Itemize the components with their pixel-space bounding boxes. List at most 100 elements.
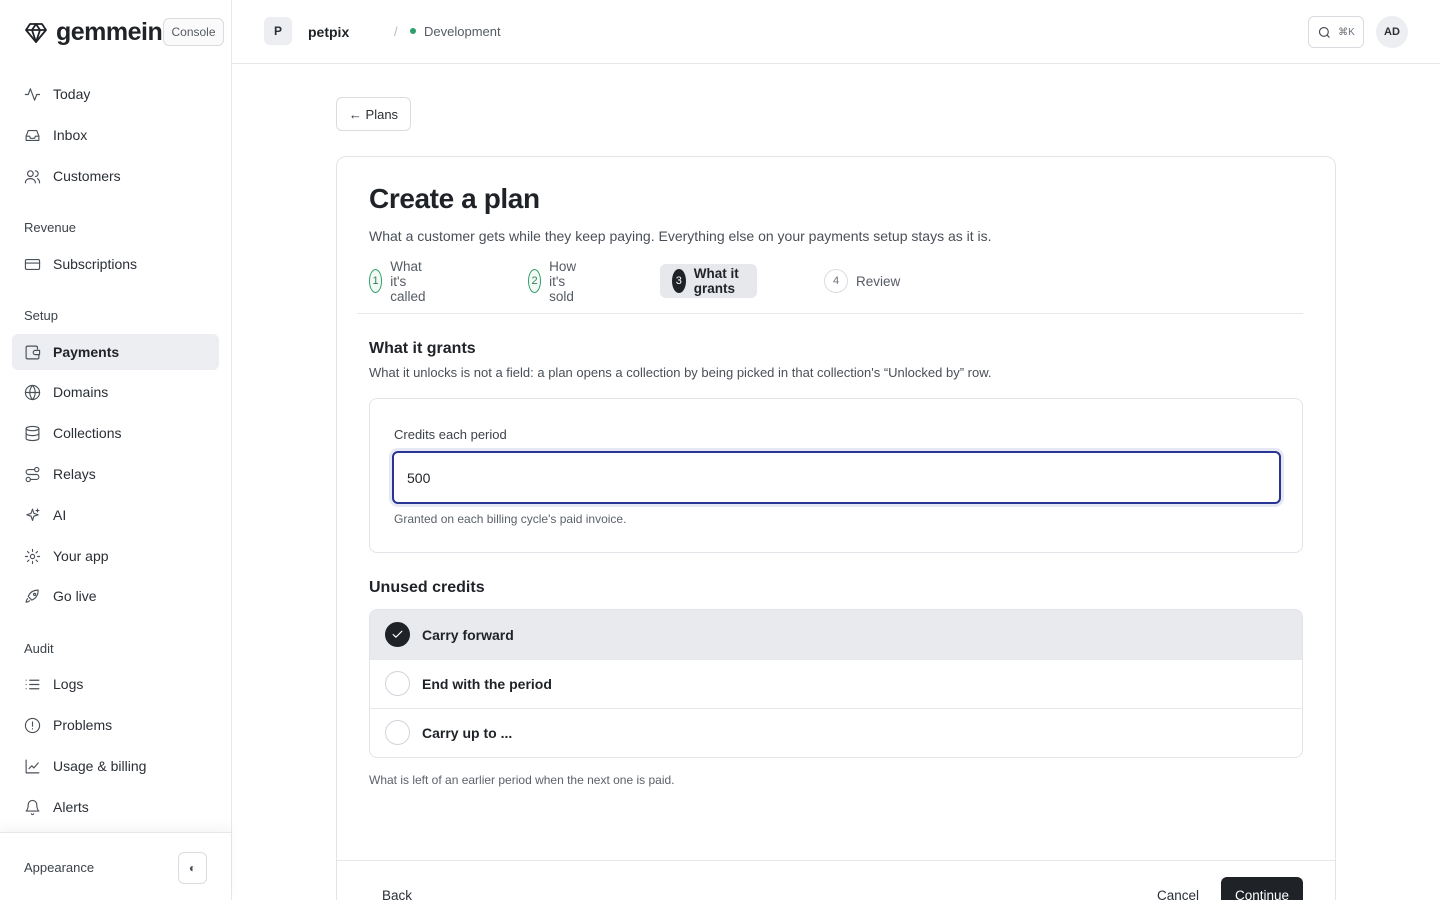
sidebar-item-label: Customers — [53, 168, 121, 184]
divider — [337, 860, 1335, 861]
appearance-toggle-button[interactable]: ◐ — [178, 852, 207, 884]
credits-each-period-input[interactable] — [392, 451, 1281, 504]
project-name[interactable]: petpix — [308, 24, 349, 40]
section-title-grants: What it grants — [369, 340, 476, 357]
contrast-icon: ◐ — [188, 861, 197, 875]
sidebar-item-label: Collections — [53, 425, 122, 441]
top-bar: P petpix / Development ⌘K AD — [232, 0, 1440, 64]
option-label: Carry up to ... — [422, 724, 513, 741]
credits-field-group: Credits each period Granted on each bill… — [369, 398, 1303, 553]
console-badge[interactable]: Console — [163, 18, 224, 46]
chart-icon — [25, 759, 40, 773]
sidebar-item-label: Problems — [53, 717, 113, 733]
sidebar-item-problems[interactable]: Problems — [12, 707, 219, 743]
sidebar-item-label: Domains — [53, 384, 109, 400]
cancel-button[interactable]: Cancel — [1157, 888, 1199, 900]
sidebar-item-relays[interactable]: Relays — [12, 456, 219, 492]
section-label-revenue: Revenue — [24, 220, 77, 235]
option-end-with-period[interactable]: End with the period — [370, 659, 1302, 708]
section-title-unused-credits: Unused credits — [369, 579, 485, 596]
section-label-audit: Audit — [24, 641, 54, 656]
users-icon — [24, 169, 41, 183]
brand-logo[interactable]: gemmein — [24, 18, 163, 47]
activity-icon — [24, 87, 41, 101]
sidebar-item-label: Your app — [53, 548, 109, 564]
sparkles-icon — [26, 508, 40, 521]
step-number: 1 — [369, 269, 383, 293]
step-label: Review — [856, 273, 901, 289]
continue-button[interactable]: Continue — [1221, 877, 1303, 900]
globe-icon — [24, 384, 41, 400]
route-icon — [25, 466, 40, 482]
page-subtitle: What a customer gets while they keep pay… — [369, 228, 992, 244]
database-icon — [25, 425, 40, 441]
step-number: 2 — [528, 269, 542, 293]
environment-name[interactable]: Development — [424, 24, 501, 39]
radio-unchecked[interactable] — [385, 720, 410, 745]
step-label: What it's called — [390, 258, 426, 304]
sidebar: gemmein Console Today Inbox Customers Re… — [0, 0, 232, 900]
option-carry-up-to[interactable]: Carry up to ... — [370, 708, 1302, 757]
breadcrumb-separator: / — [394, 24, 398, 39]
section-description-grants: What it unlocks is not a field: a plan o… — [369, 365, 992, 380]
bell-icon — [25, 799, 40, 815]
step-how-its-sold[interactable]: 2 How it's sold — [528, 259, 587, 304]
user-avatar[interactable]: AD — [1376, 16, 1408, 48]
sidebar-item-subscriptions[interactable]: Subscriptions — [12, 246, 219, 282]
search-shortcut: ⌘K — [1338, 26, 1355, 38]
sidebar-item-collections[interactable]: Collections — [12, 415, 219, 451]
unused-credits-radio-group: Carry forward End with the period Carry … — [369, 609, 1303, 758]
radio-unchecked[interactable] — [385, 671, 410, 696]
sidebar-item-usage-billing[interactable]: Usage & billing — [12, 748, 219, 784]
gear-icon — [24, 548, 41, 564]
option-label: End with the period — [422, 675, 552, 692]
option-label: Carry forward — [422, 626, 514, 643]
step-what-it-grants[interactable]: 3 What it grants — [660, 264, 758, 298]
project-avatar[interactable]: P — [264, 17, 292, 45]
sidebar-item-your-app[interactable]: Your app — [12, 538, 219, 574]
brand-name: gemmein — [56, 18, 163, 46]
sidebar-footer: Appearance ◐ — [0, 832, 231, 900]
step-label: How it's sold — [549, 258, 577, 304]
check-icon — [392, 630, 403, 638]
create-plan-card: Create a plan What a customer gets while… — [336, 156, 1336, 900]
sidebar-item-label: Today — [53, 86, 91, 102]
list-icon — [25, 679, 40, 689]
unused-credits-hint: What is left of an earlier period when t… — [369, 773, 675, 787]
inbox-icon — [25, 129, 40, 141]
back-button[interactable]: Back — [382, 888, 412, 900]
search-icon — [1319, 26, 1331, 38]
radio-checked[interactable] — [385, 622, 410, 647]
search-button[interactable]: ⌘K — [1308, 16, 1364, 48]
option-carry-forward[interactable]: Carry forward — [370, 610, 1302, 659]
step-number: 4 — [824, 269, 848, 293]
credits-field-label: Credits each period — [394, 427, 507, 442]
sidebar-item-customers[interactable]: Customers — [12, 158, 219, 194]
step-number: 3 — [672, 269, 686, 293]
back-to-plans-button[interactable]: ← Plans — [336, 97, 411, 131]
step-label: What it grants — [693, 266, 739, 296]
sidebar-item-today[interactable]: Today — [12, 76, 219, 112]
sidebar-item-label: Usage & billing — [53, 758, 147, 774]
sidebar-item-payments[interactable]: Payments — [12, 334, 219, 370]
sidebar-item-label: Relays — [53, 466, 96, 482]
divider — [357, 313, 1303, 314]
sidebar-item-domains[interactable]: Domains — [12, 374, 219, 410]
sidebar-item-label: Go live — [53, 588, 97, 604]
environment-status-dot — [410, 28, 416, 34]
sidebar-item-inbox[interactable]: Inbox — [12, 117, 219, 153]
sidebar-item-logs[interactable]: Logs — [12, 666, 219, 702]
sidebar-item-label: Payments — [53, 344, 120, 360]
sidebar-item-label: Inbox — [53, 127, 88, 143]
section-label-setup: Setup — [24, 308, 58, 323]
sidebar-item-label: AI — [53, 507, 67, 523]
sidebar-item-alerts[interactable]: Alerts — [12, 789, 219, 825]
credits-field-hint: Granted on each billing cycle's paid inv… — [394, 512, 627, 526]
step-what-its-called[interactable]: 1 What it's called — [369, 259, 436, 304]
step-review[interactable]: 4 Review — [824, 264, 900, 298]
alert-circle-icon — [24, 717, 41, 733]
sidebar-item-go-live[interactable]: Go live — [12, 578, 219, 614]
sidebar-item-label: Subscriptions — [53, 256, 138, 272]
sidebar-item-ai[interactable]: AI — [12, 497, 219, 533]
page-title: Create a plan — [369, 183, 540, 214]
